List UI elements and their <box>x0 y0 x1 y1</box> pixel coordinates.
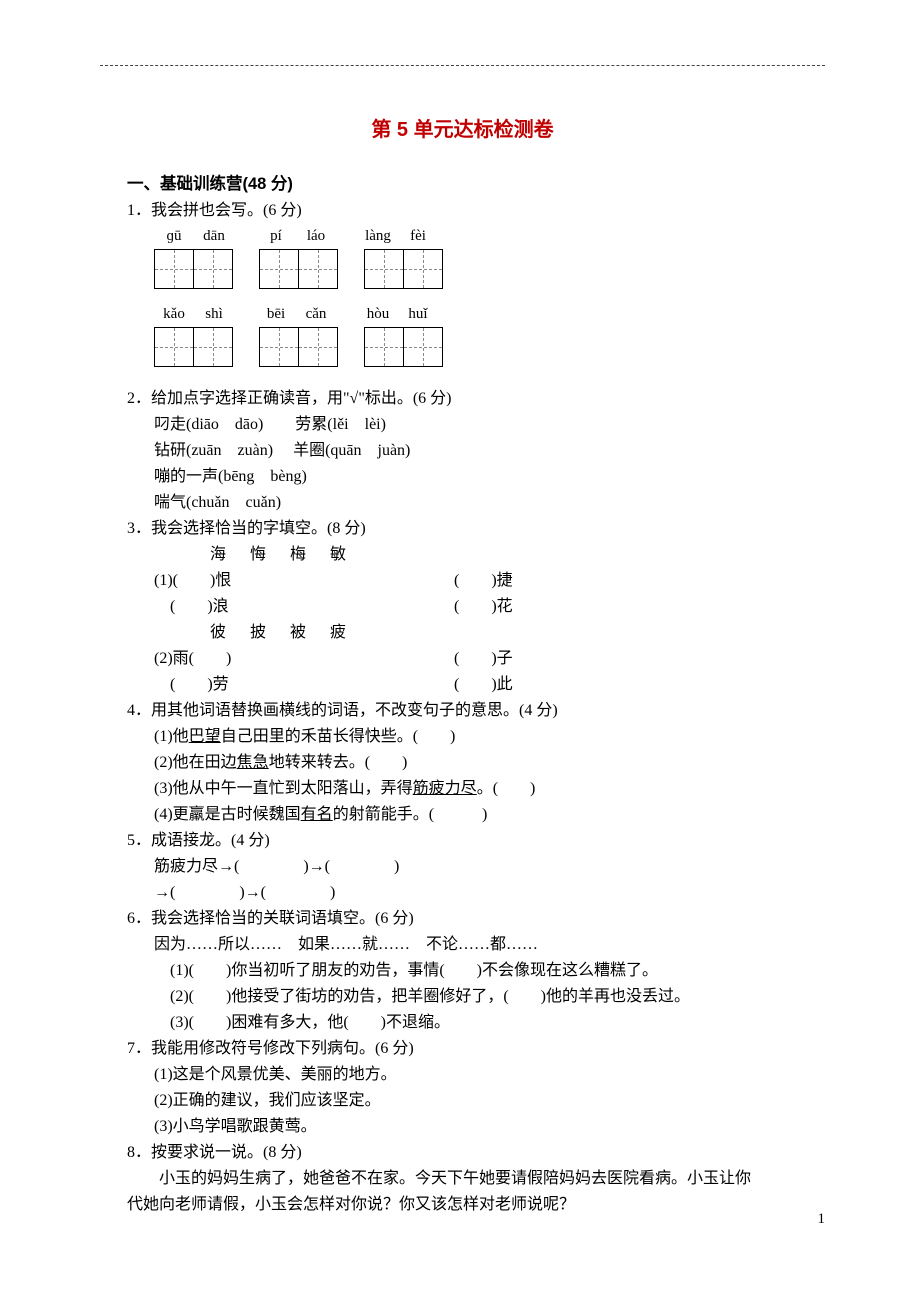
pinyin-cell: làng <box>358 228 398 245</box>
q4-item: (1)他巴望自己田里的禾苗长得快些。( ) <box>154 724 825 750</box>
q2-item: 叼走(diāo dāo) 劳累(lěi lèi) <box>154 412 825 438</box>
q2-prompt: 2．给加点字选择正确读音，用"√"标出。(6 分) <box>127 386 825 412</box>
pinyin-cell: pí <box>256 228 296 245</box>
document-title: 第 5 单元达标检测卷 <box>100 113 825 142</box>
section-1-heading: 一、基础训练营(48 分) <box>127 170 825 194</box>
q6-item: (3)( )困难有多大，他( )不退缩。 <box>170 1010 825 1036</box>
tianzige-cell[interactable] <box>154 327 194 367</box>
q3-pair-left: (1)( )恨 <box>154 568 454 594</box>
pinyin-cell: hòu <box>358 306 398 323</box>
q2-item: 钻研(zuān zuàn) 羊圈(quān juàn) <box>154 438 825 464</box>
tianzige-cell[interactable] <box>259 249 299 289</box>
q3-pair-right: ( )花 <box>454 594 513 620</box>
q8-paragraph: 代她向老师请假，小玉会怎样对你说？你又该怎样对老师说呢？ <box>127 1192 825 1218</box>
q3-prompt: 3．我会选择恰当的字填空。(8 分) <box>127 516 825 542</box>
q1-pinyin-row1: ɡū dān pí láo làng fèi <box>154 228 825 245</box>
q2-item: 嘣的一声(bēng bèng) <box>154 464 825 490</box>
q8-prompt: 8．按要求说一说。(8 分) <box>127 1140 825 1166</box>
q3-options1: 海 悔 梅 敏 <box>210 542 825 568</box>
tianzige-cell[interactable] <box>403 249 443 289</box>
q7-prompt: 7．我能用修改符号修改下列病句。(6 分) <box>127 1036 825 1062</box>
q2-item: 喘气(chuǎn cuǎn) <box>154 490 825 516</box>
q6-item: (2)( )他接受了街坊的劝告，把羊圈修好了，( )他的羊再也没丢过。 <box>170 984 825 1010</box>
pinyin-cell: ɡū <box>154 228 194 245</box>
q4-item: (2)他在田边焦急地转来转去。( ) <box>154 750 825 776</box>
q7-item: (3)小鸟学唱歌跟黄莺。 <box>154 1114 825 1140</box>
q6-prompt: 6．我会选择恰当的关联词语填空。(6 分) <box>127 906 825 932</box>
q1-grid-row1 <box>154 249 825 294</box>
q3-pair-right: ( )捷 <box>454 568 513 594</box>
tianzige-cell[interactable] <box>364 327 404 367</box>
tianzige-cell[interactable] <box>298 249 338 289</box>
q3-pair-left: ( )浪 <box>154 594 454 620</box>
pinyin-cell: bēi <box>256 306 296 323</box>
tianzige-cell[interactable] <box>259 327 299 367</box>
q5-line2: →( )→( ) <box>154 880 825 906</box>
q3-pair-row: (1)( )恨 ( )捷 <box>154 568 825 594</box>
page-number: 1 <box>818 1211 826 1228</box>
q3-pair-row: ( )劳 ( )此 <box>154 672 825 698</box>
q7-item: (1)这是个风景优美、美丽的地方。 <box>154 1062 825 1088</box>
tianzige-cell[interactable] <box>193 327 233 367</box>
q8-paragraph: 小玉的妈妈生病了，她爸爸不在家。今天下午她要请假陪妈妈去医院看病。小玉让你 <box>127 1166 825 1192</box>
tianzige-cell[interactable] <box>298 327 338 367</box>
tianzige-cell[interactable] <box>364 249 404 289</box>
q3-pair-row: (2)雨( ) ( )子 <box>154 646 825 672</box>
q1-pinyin-row2: kǎo shì bēi cǎn hòu huǐ <box>154 306 825 323</box>
underline-word: 巴望 <box>189 728 221 745</box>
pinyin-cell: shì <box>194 306 234 323</box>
q1-prompt: 1．我会拼也会写。(6 分) <box>127 198 825 224</box>
q6-item: (1)( )你当初听了朋友的劝告，事情( )不会像现在这么糟糕了。 <box>170 958 825 984</box>
pinyin-cell: fèi <box>398 228 438 245</box>
tianzige-cell[interactable] <box>193 249 233 289</box>
q3-pair-left: (2)雨( ) <box>154 646 454 672</box>
q6-options: 因为……所以…… 如果……就…… 不论……都…… <box>154 932 825 958</box>
q3-pair-row: ( )浪 ( )花 <box>154 594 825 620</box>
q3-pair-left: ( )劳 <box>154 672 454 698</box>
q1-grid-row2 <box>154 327 825 372</box>
underline-word: 焦急 <box>237 754 269 771</box>
pinyin-cell: láo <box>296 228 336 245</box>
q4-item: (4)更羸是古时候魏国有名的射箭能手。( ) <box>154 802 825 828</box>
pinyin-cell: kǎo <box>154 306 194 323</box>
q5-prompt: 5．成语接龙。(4 分) <box>127 828 825 854</box>
underline-word: 有名 <box>301 806 333 823</box>
tianzige-cell[interactable] <box>154 249 194 289</box>
pinyin-cell: dān <box>194 228 234 245</box>
tianzige-cell[interactable] <box>403 327 443 367</box>
q3-pair-right: ( )此 <box>454 672 513 698</box>
q5-line1: 筋疲力尽→( )→( ) <box>154 854 825 880</box>
pinyin-cell: huǐ <box>398 306 438 323</box>
q7-item: (2)正确的建议，我们应该坚定。 <box>154 1088 825 1114</box>
underline-word: 筋疲力尽 <box>413 780 477 797</box>
q4-item: (3)他从中午一直忙到太阳落山，弄得筋疲力尽。( ) <box>154 776 825 802</box>
q3-options2: 彼 披 被 疲 <box>210 620 825 646</box>
q3-pair-right: ( )子 <box>454 646 513 672</box>
top-divider <box>100 65 825 66</box>
pinyin-cell: cǎn <box>296 306 336 323</box>
q4-prompt: 4．用其他词语替换画横线的词语，不改变句子的意思。(4 分) <box>127 698 825 724</box>
